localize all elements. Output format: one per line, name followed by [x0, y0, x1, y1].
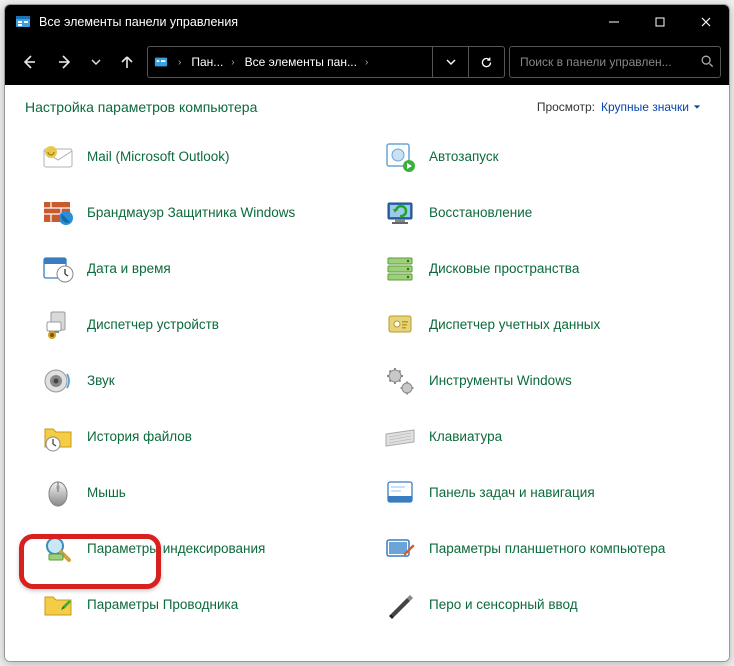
tablet-icon [383, 532, 417, 566]
cp-item-recovery[interactable]: Восстановление [377, 189, 709, 237]
forward-button[interactable] [49, 46, 81, 78]
control-panel-grid: Mail (Microsoft Outlook) Автозапуск [25, 133, 709, 629]
cp-item-label: Параметры планшетного компьютера [429, 541, 665, 558]
file-history-icon [41, 420, 75, 454]
back-button[interactable] [13, 46, 45, 78]
taskbar-icon [383, 476, 417, 510]
mouse-icon [41, 476, 75, 510]
cp-item-label: Мышь [87, 485, 126, 502]
content-header: Настройка параметров компьютера Просмотр… [25, 99, 709, 115]
chevron-right-icon[interactable]: › [227, 57, 238, 68]
breadcrumb-seg-2[interactable]: Все элементы пан... [239, 47, 361, 77]
cp-item-keyboard[interactable]: Клавиатура [377, 413, 709, 461]
search-icon[interactable] [700, 54, 714, 71]
cp-item-tablet[interactable]: Параметры планшетного компьютера [377, 525, 709, 573]
address-bar[interactable]: › Пан... › Все элементы пан... › [147, 46, 505, 78]
autoplay-icon [383, 140, 417, 174]
up-button[interactable] [111, 46, 143, 78]
content-area: Настройка параметров компьютера Просмотр… [5, 85, 729, 661]
cp-item-explorer[interactable]: Параметры Проводника [35, 581, 367, 629]
chevron-right-icon[interactable]: › [361, 57, 372, 68]
cp-item-wintools[interactable]: Инструменты Windows [377, 357, 709, 405]
cp-item-taskbar[interactable]: Панель задач и навигация [377, 469, 709, 517]
page-title: Настройка параметров компьютера [25, 99, 537, 115]
cp-item-firewall[interactable]: Брандмауэр Защитника Windows [35, 189, 367, 237]
cp-item-label: Инструменты Windows [429, 373, 572, 390]
cp-item-storage[interactable]: Дисковые пространства [377, 245, 709, 293]
breadcrumb-seg-1[interactable]: Пан... [185, 47, 227, 77]
recent-dropdown[interactable] [85, 46, 107, 78]
control-panel-icon [15, 14, 31, 30]
view-value-text: Крупные значки [601, 100, 689, 114]
cp-item-label: Звук [87, 373, 115, 390]
minimize-button[interactable] [591, 5, 637, 39]
cp-item-label: Диспетчер устройств [87, 317, 219, 334]
cp-item-label: Диспетчер учетных данных [429, 317, 600, 334]
search-box[interactable] [509, 46, 721, 78]
cp-item-label: Брандмауэр Защитника Windows [87, 205, 295, 222]
cp-item-mouse[interactable]: Мышь [35, 469, 367, 517]
recovery-icon [383, 196, 417, 230]
maximize-button[interactable] [637, 5, 683, 39]
cp-item-label: Параметры Проводника [87, 597, 238, 614]
indexing-icon [41, 532, 75, 566]
cp-item-filehistory[interactable]: История файлов [35, 413, 367, 461]
cp-item-label: Перо и сенсорный ввод [429, 597, 578, 614]
cp-item-label: Дисковые пространства [429, 261, 579, 278]
address-dropdown[interactable] [432, 47, 468, 77]
cp-item-label: Восстановление [429, 205, 532, 222]
close-button[interactable] [683, 5, 729, 39]
view-label: Просмотр: [537, 100, 595, 114]
cp-item-label: Клавиатура [429, 429, 502, 446]
credentials-icon [383, 308, 417, 342]
cp-item-label: Панель задач и навигация [429, 485, 595, 502]
storage-icon [383, 252, 417, 286]
titlebar: Все элементы панели управления [5, 5, 729, 39]
firewall-icon [41, 196, 75, 230]
keyboard-icon [383, 420, 417, 454]
search-input[interactable] [520, 55, 700, 69]
window: Все элементы панели управления [4, 4, 730, 662]
clock-icon [41, 252, 75, 286]
view-selector[interactable]: Крупные значки [601, 100, 701, 114]
location-icon [148, 55, 174, 69]
sound-icon [41, 364, 75, 398]
chevron-right-icon[interactable]: › [174, 57, 185, 68]
cp-item-datetime[interactable]: Дата и время [35, 245, 367, 293]
navbar: › Пан... › Все элементы пан... › [5, 39, 729, 85]
cp-item-indexing[interactable]: Параметры индексирования [35, 525, 367, 573]
cp-item-label: Автозапуск [429, 149, 499, 166]
cp-item-label: Дата и время [87, 261, 171, 278]
tools-icon [383, 364, 417, 398]
devices-icon [41, 308, 75, 342]
cp-item-label: Mail (Microsoft Outlook) [87, 149, 230, 166]
cp-item-pen[interactable]: Перо и сенсорный ввод [377, 581, 709, 629]
pen-icon [383, 588, 417, 622]
refresh-button[interactable] [468, 47, 504, 77]
cp-item-sound[interactable]: Звук [35, 357, 367, 405]
cp-item-autorun[interactable]: Автозапуск [377, 133, 709, 181]
fade-bottom [5, 647, 729, 661]
cp-item-label: История файлов [87, 429, 192, 446]
cp-item-mail[interactable]: Mail (Microsoft Outlook) [35, 133, 367, 181]
cp-item-label: Параметры индексирования [87, 541, 265, 558]
cp-item-creds[interactable]: Диспетчер учетных данных [377, 301, 709, 349]
folder-options-icon [41, 588, 75, 622]
mail-icon [41, 140, 75, 174]
cp-item-devices[interactable]: Диспетчер устройств [35, 301, 367, 349]
window-title: Все элементы панели управления [39, 15, 591, 29]
